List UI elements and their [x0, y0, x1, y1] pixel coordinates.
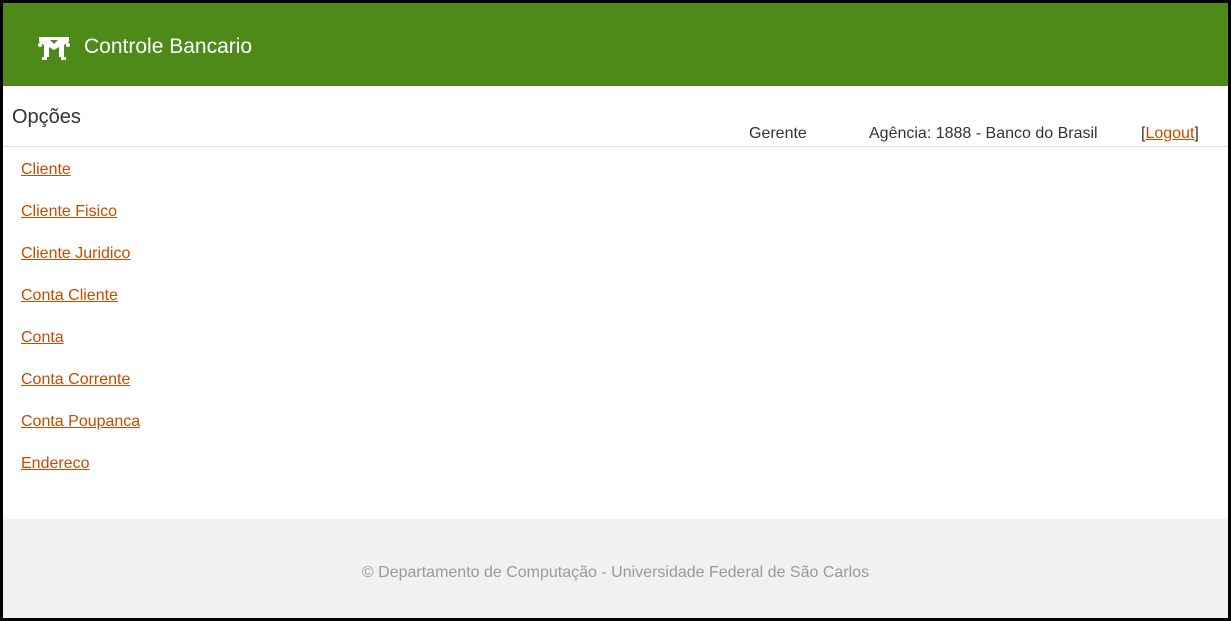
menu-link-cliente[interactable]: Cliente	[21, 160, 71, 180]
menu-link-conta[interactable]: Conta	[21, 328, 64, 348]
menu-item: Conta Cliente	[21, 286, 140, 328]
menu-link-cliente-fisico[interactable]: Cliente Fisico	[21, 202, 117, 222]
menu-item: Cliente Juridico	[21, 244, 140, 286]
logout-link[interactable]: Logout	[1145, 125, 1194, 142]
menu-item: Conta Corrente	[21, 370, 140, 412]
options-menu: Cliente Cliente Fisico Cliente Juridico …	[21, 160, 140, 496]
header-divider	[3, 146, 1228, 147]
user-role: Gerente	[749, 125, 807, 142]
menu-item: Cliente Fisico	[21, 202, 140, 244]
options-title: Opções	[12, 106, 81, 128]
menu-link-cliente-juridico[interactable]: Cliente Juridico	[21, 244, 130, 264]
logout-close-bracket: ]	[1194, 125, 1199, 142]
app-window: Controle Bancario Opções Gerente Agência…	[0, 0, 1231, 621]
menu-item: Endereco	[21, 454, 140, 496]
menu-link-conta-poupanca[interactable]: Conta Poupanca	[21, 412, 140, 432]
agency-info: Agência: 1888 - Banco do Brasil	[869, 125, 1098, 142]
app-title[interactable]: Controle Bancario	[84, 34, 252, 60]
logout-control: [Logout]	[1141, 124, 1199, 144]
menu-item: Cliente	[21, 160, 140, 202]
menu-link-endereco[interactable]: Endereco	[21, 454, 90, 474]
top-header: Controle Bancario	[3, 3, 1228, 86]
page-footer: © Departamento de Computação - Universid…	[3, 519, 1228, 618]
menu-item: Conta	[21, 328, 140, 370]
bank-logo-icon[interactable]	[36, 33, 72, 63]
menu-link-conta-cliente[interactable]: Conta Cliente	[21, 286, 118, 306]
menu-item: Conta Poupanca	[21, 412, 140, 454]
menu-link-conta-corrente[interactable]: Conta Corrente	[21, 370, 130, 390]
footer-copyright: © Departamento de Computação - Universid…	[361, 564, 870, 581]
